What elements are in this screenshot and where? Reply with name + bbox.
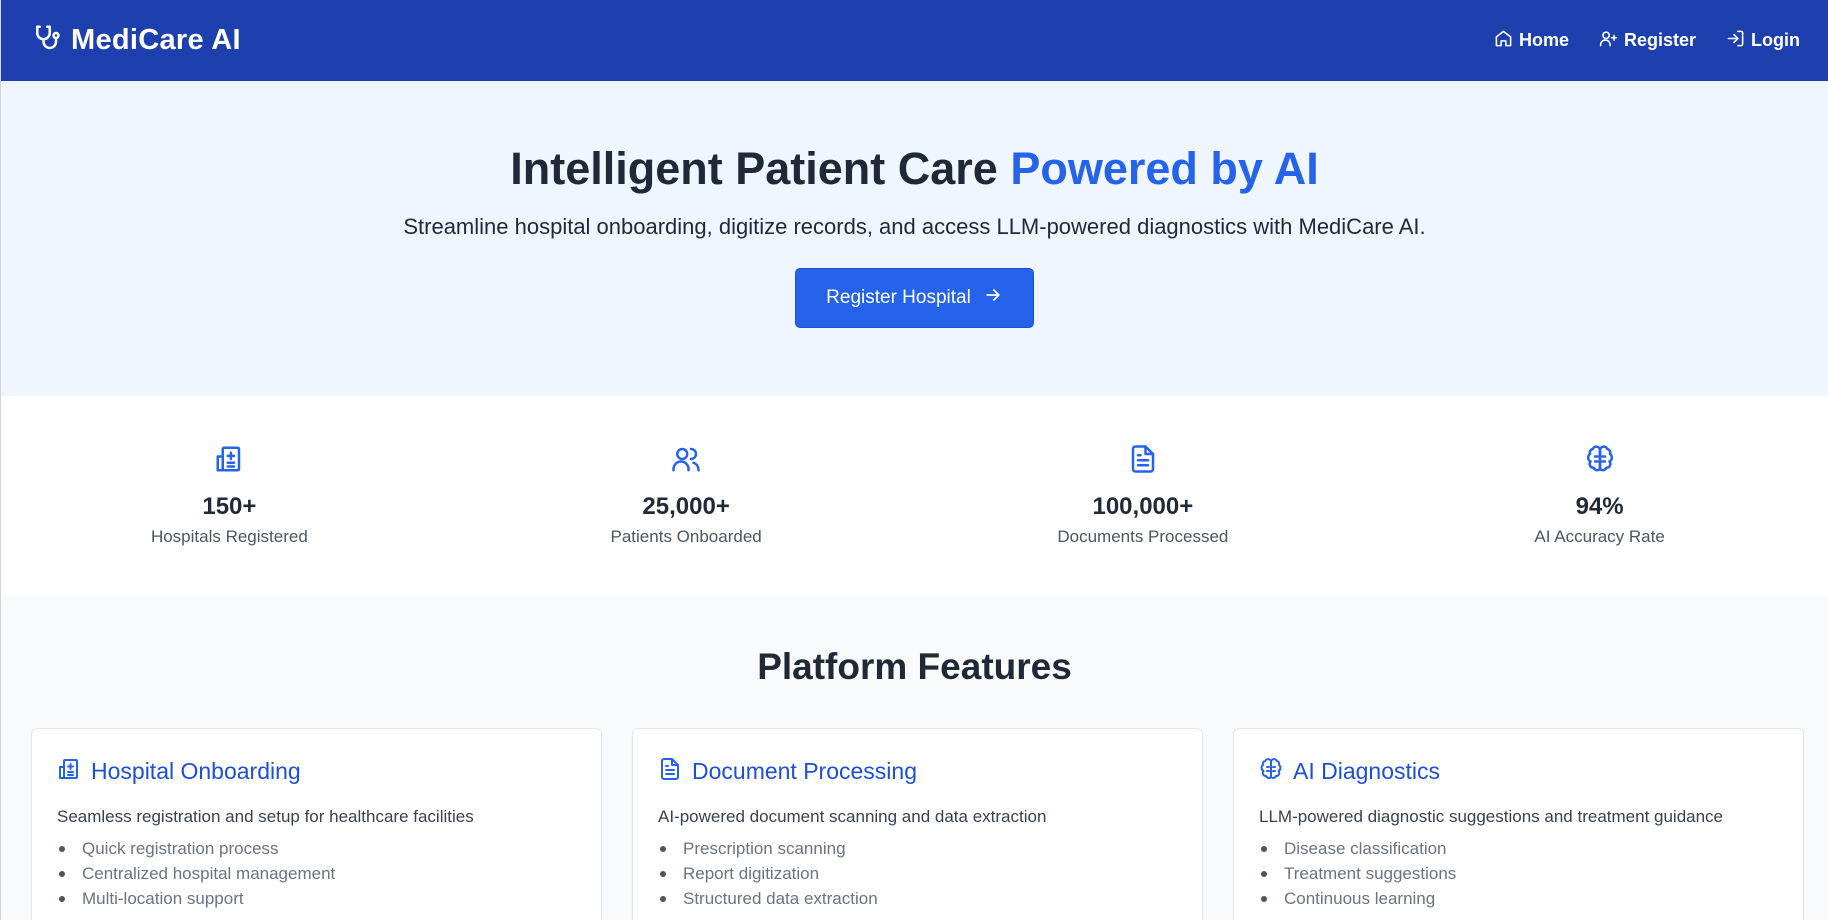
card-feature-list: Quick registration process Centralized h… [57, 836, 576, 911]
nav-register-link[interactable]: Register [1599, 29, 1696, 53]
stat-value: 94% [1575, 493, 1624, 520]
hero-title-main: Intelligent Patient Care [510, 143, 998, 194]
stat-accuracy: 94% AI Accuracy Rate [1371, 444, 1828, 547]
hero-title: Intelligent Patient Care Powered by AI [1, 144, 1828, 194]
document-icon [658, 757, 682, 786]
register-hospital-button[interactable]: Register Hospital [795, 267, 1034, 328]
card-description: LLM-powered diagnostic suggestions and t… [1259, 807, 1724, 826]
feature-card-document-processing: Document Processing AI-powered document … [632, 728, 1203, 920]
card-header: Hospital Onboarding [57, 757, 576, 786]
user-plus-icon [1599, 29, 1618, 53]
nav-register-label: Register [1623, 30, 1697, 50]
nav-home-link[interactable]: Home [1494, 29, 1569, 53]
list-item: Treatment suggestions [1259, 861, 1778, 886]
stat-value: 150+ [202, 493, 257, 520]
card-header: Document Processing [658, 757, 1177, 786]
stat-label: Patients Onboarded [610, 527, 762, 546]
document-icon [1128, 444, 1158, 479]
stat-label: AI Accuracy Rate [1534, 527, 1665, 546]
list-item: Multi-location support [57, 886, 576, 911]
nav-links: Home Register Login [1494, 29, 1800, 53]
features-title: Platform Features [757, 646, 1072, 687]
stat-value: 25,000+ [642, 493, 730, 520]
hospital-icon [57, 757, 81, 786]
list-item: Disease classification [1259, 836, 1778, 861]
card-description: AI-powered document scanning and data ex… [658, 807, 1047, 826]
list-item: Prescription scanning [658, 836, 1177, 861]
hero-title-accent: Powered by AI [1010, 143, 1319, 194]
top-navbar: MediCare AI Home Register Login [1, 0, 1828, 81]
card-feature-list: Disease classification Treatment suggest… [1259, 836, 1778, 911]
card-title: AI Diagnostics [1293, 758, 1441, 784]
stat-documents: 100,000+ Documents Processed [915, 444, 1372, 547]
register-hospital-label: Register Hospital [826, 286, 971, 308]
feature-card-ai-diagnostics: AI Diagnostics LLM-powered diagnostic su… [1233, 728, 1804, 920]
brain-icon [1585, 444, 1615, 479]
brain-icon [1259, 757, 1283, 786]
stats-section: 150+ Hospitals Registered 25,000+ Patien… [1, 396, 1828, 596]
arrow-right-icon [983, 285, 1003, 311]
card-title: Hospital Onboarding [91, 758, 301, 784]
list-item: Quick registration process [57, 836, 576, 861]
card-title: Document Processing [692, 758, 917, 784]
users-icon [671, 444, 701, 479]
nav-login-label: Login [1751, 30, 1800, 50]
stat-patients: 25,000+ Patients Onboarded [458, 444, 915, 547]
list-item: Centralized hospital management [57, 861, 576, 886]
list-item: Continuous learning [1259, 886, 1778, 911]
stethoscope-icon [31, 23, 61, 58]
hero-section: Intelligent Patient Care Powered by AI S… [1, 81, 1828, 396]
feature-cards: Hospital Onboarding Seamless registratio… [1, 728, 1828, 920]
login-icon [1726, 29, 1745, 53]
stat-hospitals: 150+ Hospitals Registered [1, 444, 458, 547]
feature-card-hospital-onboarding: Hospital Onboarding Seamless registratio… [31, 728, 602, 920]
brand-name: MediCare AI [71, 24, 241, 56]
stat-label: Documents Processed [1057, 527, 1229, 546]
card-feature-list: Prescription scanning Report digitizatio… [658, 836, 1177, 911]
hospital-icon [214, 444, 244, 479]
features-section: Platform Features Hospital Onboarding Se… [1, 596, 1828, 920]
list-item: Structured data extraction [658, 886, 1177, 911]
stat-label: Hospitals Registered [150, 527, 308, 546]
nav-home-label: Home [1518, 30, 1569, 50]
home-icon [1494, 29, 1513, 53]
card-header: AI Diagnostics [1259, 757, 1778, 786]
nav-login-link[interactable]: Login [1726, 29, 1800, 53]
list-item: Report digitization [658, 861, 1177, 886]
hero-subtitle: Streamline hospital onboarding, digitize… [403, 213, 1426, 239]
stat-value: 100,000+ [1092, 493, 1194, 520]
card-description: Seamless registration and setup for heal… [57, 807, 474, 826]
brand[interactable]: MediCare AI [31, 23, 241, 58]
